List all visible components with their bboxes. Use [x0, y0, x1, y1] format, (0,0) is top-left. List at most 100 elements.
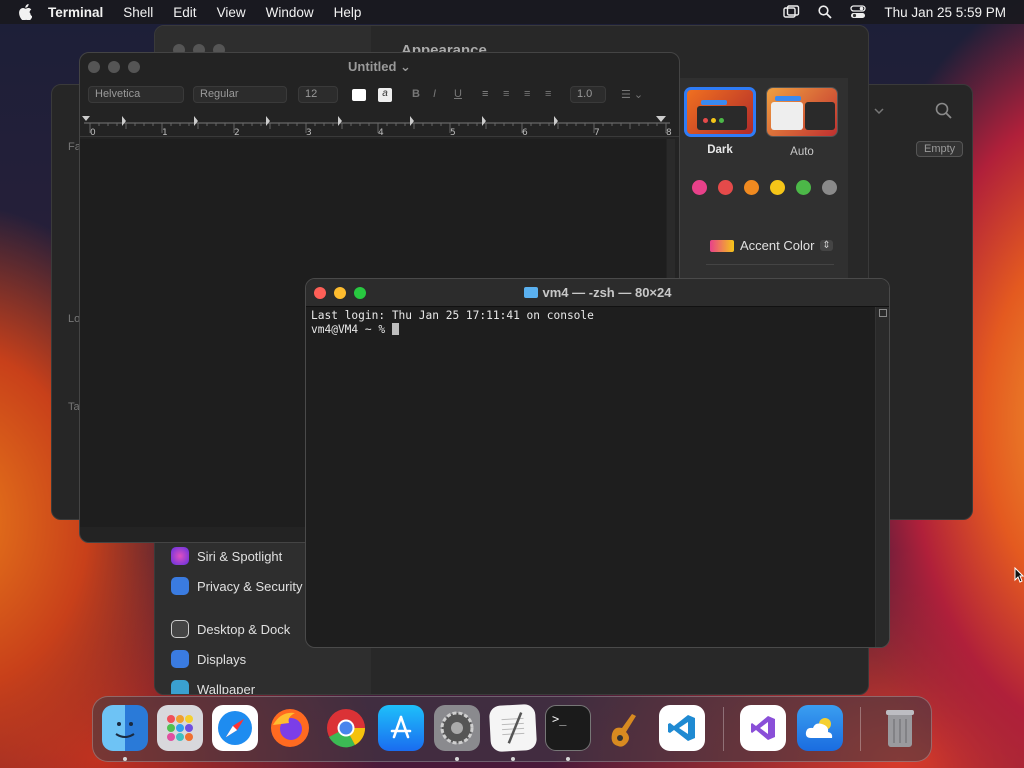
ruler-number: 2 — [234, 128, 240, 137]
menu-shell[interactable]: Shell — [123, 5, 153, 20]
chrome-icon[interactable] — [323, 705, 369, 751]
ruler-number: 8 — [666, 128, 672, 137]
system-settings-icon[interactable] — [434, 705, 480, 751]
accent-color-popup[interactable]: Accent Color ⇕ — [710, 238, 833, 253]
search-icon[interactable] — [935, 102, 953, 120]
trash-icon[interactable] — [877, 705, 923, 751]
app-store-icon[interactable] — [378, 705, 424, 751]
align-left-icon[interactable]: ≡ — [482, 88, 488, 100]
highlight-color-well[interactable]: a — [378, 88, 392, 102]
empty-badge[interactable]: Empty — [916, 141, 964, 157]
partial-label-ta: Ta — [68, 401, 80, 413]
auto-thumbnail — [766, 87, 838, 137]
ruler[interactable]: 0 1 2 3 4 5 6 7 8 — [80, 113, 679, 137]
menu-bar: Terminal Shell Edit View Window Help Thu… — [0, 0, 1024, 24]
textedit-icon[interactable] — [488, 703, 538, 753]
window-title: vm4 — -zsh — 80×24 — [306, 285, 889, 300]
font-size-field[interactable]: 12 — [298, 86, 338, 103]
appearance-option-auto[interactable]: Auto — [766, 87, 838, 167]
accent-swatch[interactable] — [718, 180, 733, 195]
menu-app-name[interactable]: Terminal — [48, 5, 103, 20]
accent-swatch[interactable] — [692, 180, 707, 195]
tab-stop-marker[interactable] — [338, 116, 342, 126]
ruler-number: 1 — [162, 128, 168, 137]
finder-running-indicator — [123, 757, 127, 761]
vertical-scrollbar[interactable] — [875, 307, 889, 647]
font-family-select[interactable]: Helvetica — [88, 86, 184, 103]
sidebar-item-privacy-security[interactable]: Privacy & Security — [171, 577, 302, 595]
format-toolbar: Helvetica Regular 12 a B I U ≡ ≡ ≡ ≡ 1.0… — [80, 83, 679, 107]
menu-window[interactable]: Window — [266, 5, 314, 20]
ruler-ticks: 0 1 2 3 4 5 6 7 8 — [82, 116, 672, 137]
weather-icon[interactable] — [797, 705, 843, 751]
chevron-down-icon[interactable] — [874, 107, 884, 115]
shell-prompt: vm4@VM4 ~ % — [311, 323, 392, 336]
sidebar-item-displays[interactable]: Displays — [171, 650, 246, 668]
launchpad-icon[interactable] — [157, 705, 203, 751]
ruler-number: 6 — [522, 128, 528, 137]
appearance-label-dark: Dark — [707, 144, 733, 156]
terminal-icon[interactable]: >_ — [545, 705, 591, 751]
text-cursor — [391, 323, 399, 335]
justify-icon[interactable]: ≡ — [545, 88, 551, 100]
visual-studio-icon[interactable] — [740, 705, 786, 751]
accent-swatch[interactable] — [744, 180, 759, 195]
system-settings-running-indicator — [455, 757, 459, 761]
dock: >_ — [92, 696, 932, 762]
align-center-icon[interactable]: ≡ — [503, 88, 509, 100]
terminal-running-indicator — [566, 757, 570, 761]
terminal-output[interactable]: Last login: Thu Jan 25 17:11:41 on conso… — [311, 309, 594, 337]
garageband-icon[interactable] — [601, 705, 647, 751]
appearance-option-dark[interactable]: Dark — [684, 87, 756, 167]
ruler-number: 7 — [594, 128, 600, 137]
underline-button[interactable]: U — [454, 88, 462, 100]
tab-stop-marker[interactable] — [266, 116, 270, 126]
first-line-indent-marker[interactable] — [82, 116, 90, 121]
italic-button[interactable]: I — [433, 88, 436, 100]
tab-stop-marker[interactable] — [554, 116, 558, 126]
line-spacing-select[interactable]: 1.0 — [570, 86, 606, 103]
accent-color-swatches — [680, 180, 848, 196]
desktop-dock-icon — [171, 620, 189, 638]
font-style-select[interactable]: Regular — [193, 86, 287, 103]
finder-icon[interactable] — [102, 705, 148, 751]
vscode-icon[interactable] — [659, 705, 705, 751]
spotlight-search-icon[interactable] — [818, 5, 833, 19]
ruler-number: 4 — [378, 128, 384, 137]
appearance-label-auto: Auto — [790, 146, 814, 158]
up-down-chevron-icon: ⇕ — [820, 240, 833, 251]
text-color-well[interactable] — [352, 89, 366, 101]
menu-edit[interactable]: Edit — [173, 5, 196, 20]
tab-stop-marker[interactable] — [410, 116, 414, 126]
terminal-titlebar[interactable]: vm4 — -zsh — 80×24 — [306, 279, 889, 307]
hand-icon — [171, 577, 189, 595]
appearance-panel: Dark Auto Accent Color ⇕ — [680, 78, 848, 278]
safari-icon[interactable] — [212, 705, 258, 751]
split-pane-icon[interactable] — [879, 309, 887, 317]
accent-swatch[interactable] — [796, 180, 811, 195]
accent-swatch[interactable] — [822, 180, 837, 195]
screen-mirroring-icon[interactable] — [783, 5, 800, 19]
bold-button[interactable]: B — [412, 88, 420, 100]
ruler-number: 0 — [90, 128, 96, 137]
menu-view[interactable]: View — [217, 5, 246, 20]
list-bullets-icon[interactable]: ☰ ⌄ — [621, 88, 643, 101]
tab-stop-marker[interactable] — [194, 116, 198, 126]
apple-icon[interactable] — [18, 4, 32, 20]
dock-separator — [723, 707, 724, 751]
accent-swatch[interactable] — [770, 180, 785, 195]
right-margin-marker[interactable] — [656, 116, 666, 122]
sidebar-item-siri-spotlight[interactable]: Siri & Spotlight — [171, 547, 282, 565]
sidebar-item-desktop-dock[interactable]: Desktop & Dock — [171, 620, 290, 638]
menu-clock[interactable]: Thu Jan 25 5:59 PM — [884, 5, 1006, 20]
menu-help[interactable]: Help — [334, 5, 362, 20]
terminal-window[interactable]: vm4 — -zsh — 80×24 Last login: Thu Jan 2… — [305, 278, 890, 648]
dock-separator — [860, 707, 861, 751]
mouse-pointer-icon — [1014, 567, 1024, 583]
tab-stop-marker[interactable] — [122, 116, 126, 126]
align-right-icon[interactable]: ≡ — [524, 88, 530, 100]
control-center-icon[interactable] — [850, 5, 867, 19]
sidebar-item-wallpaper[interactable]: Wallpaper — [171, 680, 255, 694]
firefox-icon[interactable] — [267, 705, 313, 751]
tab-stop-marker[interactable] — [482, 116, 486, 126]
